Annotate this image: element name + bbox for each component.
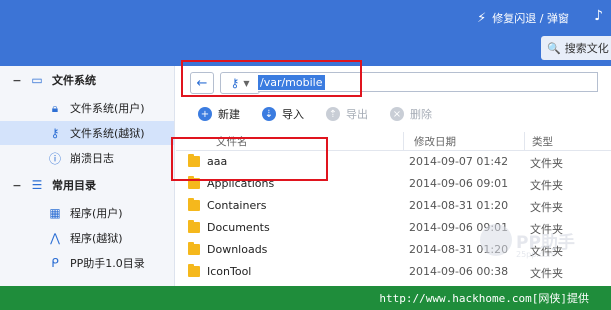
sidebar-item-label: 文件系统(用户) bbox=[70, 102, 145, 115]
import-button[interactable]: ⇣ 导入 bbox=[262, 106, 304, 122]
file-name: IconTool bbox=[207, 265, 252, 278]
top-bar: ⚡ 修复闪退 / 弹窗 ♪ 🔍 搜索文化 bbox=[0, 0, 611, 66]
file-type: 文件夹 bbox=[530, 201, 563, 214]
search-placeholder: 搜索文化 bbox=[564, 42, 609, 55]
pp-icon: ᑭ bbox=[51, 256, 59, 270]
repair-label: 修复闪退 / 弹窗 bbox=[492, 12, 569, 25]
sidebar-item-filesystem-user[interactable]: 🔒︎ 文件系统(用户) bbox=[0, 96, 174, 120]
file-type: 文件夹 bbox=[530, 157, 563, 170]
column-header-date[interactable]: 修改日期 bbox=[414, 134, 456, 149]
new-button[interactable]: + 新建 bbox=[198, 106, 240, 122]
footer-text: http://www.hackhome.com[网侠]提供 bbox=[379, 292, 589, 305]
info-icon: ⓘ bbox=[48, 151, 61, 166]
compass-icon: ⋀ bbox=[50, 231, 60, 245]
folder-icon bbox=[188, 220, 200, 233]
collapse-icon[interactable]: − bbox=[12, 74, 22, 87]
watermark: PP助手 25pp.com bbox=[480, 222, 605, 264]
sidebar-item-filesystem-jailbreak[interactable]: ⚷ 文件系统(越狱) bbox=[0, 121, 174, 145]
key-icon: ⚷ bbox=[50, 126, 60, 140]
column-header-type[interactable]: 类型 bbox=[532, 134, 553, 149]
delete-button[interactable]: × 删除 bbox=[390, 106, 432, 122]
highlight-box-folder bbox=[171, 137, 328, 181]
sidebar-item-label: 文件系统(越狱) bbox=[70, 127, 145, 140]
file-date: 2014-08-31 01:20 bbox=[409, 199, 509, 212]
export-button[interactable]: ⇡ 导出 bbox=[326, 106, 368, 122]
table-row[interactable]: IconTool 2014-09-06 00:38 文件夹 bbox=[176, 261, 611, 283]
sidebar-item-pp-dir[interactable]: ᑭ PP助手1.0目录 bbox=[0, 251, 174, 275]
folder-icon bbox=[188, 264, 200, 277]
file-date: 2014-09-06 00:38 bbox=[409, 265, 509, 278]
pp-logo-icon bbox=[480, 224, 512, 256]
export-icon: ⇡ bbox=[326, 107, 340, 121]
file-type: 文件夹 bbox=[530, 179, 563, 192]
sidebar-section-label: 文件系统 bbox=[52, 74, 96, 87]
sidebar-section-label: 常用目录 bbox=[52, 179, 96, 192]
file-name: Downloads bbox=[207, 243, 268, 256]
music-icon[interactable]: ♪ bbox=[594, 8, 603, 24]
sidebar-item-label: 崩溃日志 bbox=[70, 152, 114, 165]
toolbar: + 新建 ⇣ 导入 ⇡ 导出 × 删除 bbox=[176, 100, 611, 128]
folder-icon bbox=[188, 198, 200, 211]
sidebar-item-label: 程序(用户) bbox=[70, 207, 123, 220]
import-icon: ⇣ bbox=[262, 107, 276, 121]
lock-icon: 🔒︎ bbox=[51, 100, 59, 115]
apps-grid-icon: ▦ bbox=[49, 206, 61, 220]
delete-label: 删除 bbox=[410, 108, 432, 121]
column-divider[interactable] bbox=[524, 132, 525, 150]
sidebar-item-apps-user[interactable]: ▦ 程序(用户) bbox=[0, 201, 174, 225]
repair-flashback-button[interactable]: ⚡ 修复闪退 / 弹窗 bbox=[477, 10, 569, 26]
sidebar: − ▭ 文件系统 🔒︎ 文件系统(用户) ⚷ 文件系统(越狱) ⓘ 崩溃日志 −… bbox=[0, 66, 175, 286]
file-name: Containers bbox=[207, 199, 267, 212]
column-divider[interactable] bbox=[403, 132, 404, 150]
highlight-box-path bbox=[181, 60, 362, 97]
watermark-url: 25pp.com bbox=[516, 250, 556, 259]
sidebar-item-crash-log[interactable]: ⓘ 崩溃日志 bbox=[0, 146, 174, 170]
table-row[interactable]: Containers 2014-08-31 01:20 文件夹 bbox=[176, 195, 611, 217]
plus-icon: + bbox=[198, 107, 212, 121]
import-label: 导入 bbox=[282, 108, 304, 121]
file-name: Documents bbox=[207, 221, 270, 234]
search-input[interactable]: 🔍 搜索文化 bbox=[541, 36, 611, 60]
list-icon: ☰ bbox=[31, 178, 43, 192]
new-label: 新建 bbox=[218, 108, 240, 121]
lightning-icon: ⚡ bbox=[477, 10, 487, 26]
sidebar-item-apps-jailbreak[interactable]: ⋀ 程序(越狱) bbox=[0, 226, 174, 250]
delete-icon: × bbox=[390, 107, 404, 121]
sidebar-section-common[interactable]: − ☰ 常用目录 bbox=[0, 173, 174, 197]
sidebar-section-filesystem[interactable]: − ▭ 文件系统 bbox=[0, 68, 174, 92]
file-type: 文件夹 bbox=[530, 267, 563, 280]
file-date: 2014-09-07 01:42 bbox=[409, 155, 509, 168]
export-label: 导出 bbox=[346, 108, 368, 121]
footer-bar: http://www.hackhome.com[网侠]提供 bbox=[0, 286, 611, 310]
search-icon: 🔍 bbox=[547, 41, 561, 55]
file-date: 2014-09-06 09:01 bbox=[409, 177, 509, 190]
monitor-icon: ▭ bbox=[31, 73, 43, 87]
collapse-icon[interactable]: − bbox=[12, 179, 22, 192]
folder-icon bbox=[188, 242, 200, 255]
sidebar-item-label: 程序(越狱) bbox=[70, 232, 123, 245]
sidebar-item-label: PP助手1.0目录 bbox=[70, 257, 145, 270]
